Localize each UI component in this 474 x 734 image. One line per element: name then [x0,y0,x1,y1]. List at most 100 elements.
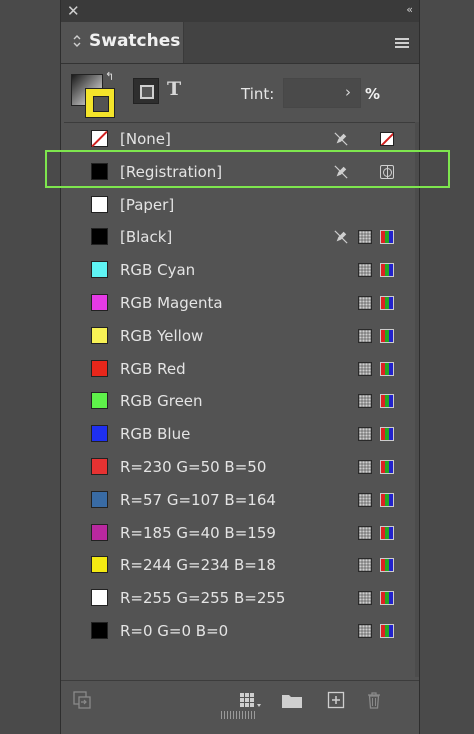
swatch-color-chip [91,458,108,475]
swatch-row[interactable]: RGB Yellow [64,320,415,353]
swatches-panel: ✕ ‹‹ Swatches ↰ T Tint: › % [None] [Regis… [60,0,420,734]
swatch-row[interactable]: [Black] [64,221,415,254]
process-color-type-icon [358,624,372,638]
swatch-name: R=185 G=40 B=159 [120,523,276,542]
formatting-affects-container-button[interactable] [133,78,159,104]
place-swatches-icon[interactable] [73,691,91,709]
swatch-row[interactable]: [None] [64,123,415,156]
swatch-row[interactable]: [Paper] [64,189,415,222]
swatch-name: RGB Green [120,392,203,411]
swatch-name: R=0 G=0 B=0 [120,622,229,640]
rgb-color-mode-icon [380,263,394,278]
rgb-color-mode-icon [380,558,394,573]
formatting-affects-text-button[interactable]: T [167,78,181,100]
swatch-list: [None] [Registration] [Paper] [Black] RGB Cy… [64,122,415,678]
tab-expand-icon[interactable] [73,34,81,48]
swatch-row[interactable]: RGB Magenta [64,287,415,320]
fill-stroke-widget[interactable]: ↰ [71,70,117,120]
swatch-name: [Paper] [120,195,175,214]
tint-slider-arrow-icon[interactable]: › [345,83,351,101]
swatch-color-chip [91,622,108,639]
swatch-name: [None] [120,130,171,148]
process-color-type-icon [358,263,372,278]
tab-swatches[interactable]: Swatches [61,22,184,63]
swatch-name: R=57 G=107 B=164 [120,490,276,509]
tab-label: Swatches [89,31,181,51]
process-color-type-icon [358,525,372,540]
tab-row: Swatches [61,22,419,64]
rgb-color-mode-icon [380,361,394,376]
swatch-color-chip [91,589,108,607]
swatch-color-chip [91,392,108,410]
swatch-color-chip [91,425,108,443]
swatch-views-icon[interactable] [239,691,263,709]
pen-locked-icon [334,165,348,179]
swatch-row[interactable]: R=57 G=107 B=164 [64,484,415,517]
rgb-color-mode-icon [380,230,394,245]
swatch-name: RGB Red [120,359,186,378]
swatch-color-chip [91,130,108,147]
rgb-color-mode-icon [380,624,394,638]
process-color-type-icon [358,328,372,343]
delete-swatch-icon[interactable] [365,691,383,709]
process-color-type-icon [358,591,372,606]
swatch-row[interactable]: R=244 G=234 B=18 [64,549,415,582]
swatch-row[interactable]: RGB Green [64,385,415,418]
swatch-color-chip [91,162,108,180]
pen-locked-icon [334,132,348,146]
rgb-color-mode-icon [380,296,394,310]
panel-menu-icon[interactable] [395,38,409,48]
new-swatch-icon[interactable] [327,691,345,709]
swatch-row[interactable]: [Registration] [64,156,415,189]
process-color-type-icon [358,492,372,507]
swatch-color-chip [91,195,108,213]
swatch-name: [Black] [120,228,173,247]
swatch-name: [Registration] [120,162,223,181]
process-color-type-icon [358,427,372,442]
tint-unit: % [365,85,381,103]
rgb-color-mode-icon [380,427,394,442]
resize-grip[interactable] [221,711,255,719]
panel-bottom-toolbar [61,680,419,721]
swatch-name: R=255 G=255 B=255 [120,589,286,608]
process-color-type-icon [358,460,372,474]
collapse-icon[interactable]: ‹‹ [406,3,413,16]
tint-label: Tint: [241,85,275,103]
swatch-color-chip [91,261,108,279]
rgb-color-mode-icon [380,591,394,606]
swatch-name: R=230 G=50 B=50 [120,458,267,476]
swatch-color-chip [91,556,108,574]
swatch-row[interactable]: RGB Red [64,353,415,386]
process-color-type-icon [358,394,372,409]
rgb-color-mode-icon [380,460,394,474]
swatch-row[interactable]: RGB Blue [64,418,415,451]
stroke-swatch[interactable] [85,88,115,118]
swatch-name: RGB Cyan [120,261,196,280]
swatch-row[interactable]: RGB Cyan [64,254,415,287]
swatch-name: RGB Blue [120,425,191,444]
panel-title-bar: ✕ ‹‹ [61,0,419,23]
swatch-color-chip [91,490,108,508]
process-color-type-icon [358,558,372,573]
process-color-type-icon [358,230,372,245]
swatch-name: RGB Yellow [120,326,204,345]
registration-target-icon [380,164,394,179]
none-mode-icon [380,132,394,146]
swatch-name: R=244 G=234 B=18 [120,556,276,575]
rgb-color-mode-icon [380,394,394,409]
swatch-row[interactable]: R=185 G=40 B=159 [64,517,415,550]
swatch-row[interactable]: R=230 G=50 B=50 [64,451,415,484]
swatch-color-chip [91,359,108,377]
rgb-color-mode-icon [380,492,394,507]
new-color-group-icon[interactable] [281,691,303,709]
swatch-color-chip [91,326,108,344]
swatch-row[interactable]: R=255 G=255 B=255 [64,582,415,615]
process-color-type-icon [358,296,372,310]
close-icon[interactable]: ✕ [67,2,80,20]
swatch-name: RGB Magenta [120,294,223,312]
list-scrollbar[interactable] [415,122,419,677]
swatch-color-chip [91,523,108,541]
swatch-row[interactable]: R=0 G=0 B=0 [64,615,415,648]
swap-fill-stroke-icon[interactable]: ↰ [105,70,114,83]
swatch-color-chip [91,228,108,246]
